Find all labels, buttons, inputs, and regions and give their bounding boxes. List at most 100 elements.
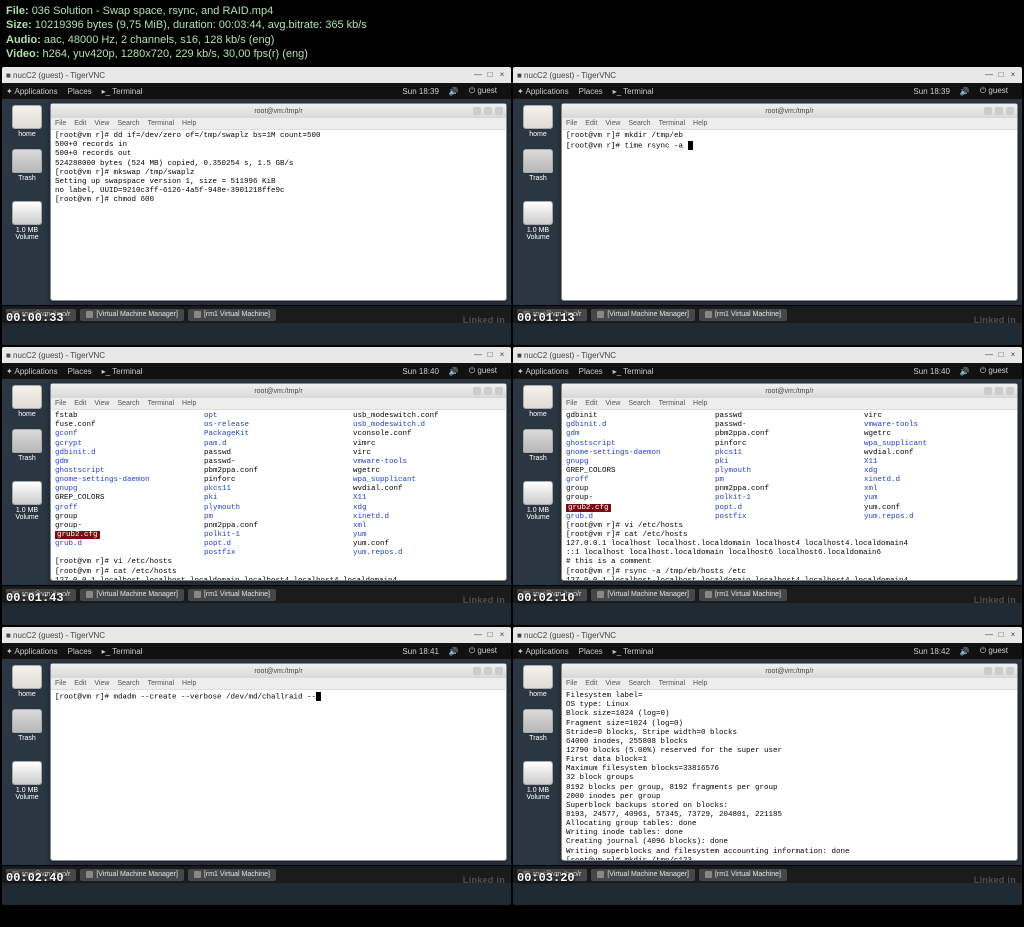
desktop-icon-volume[interactable]: 1.0 MB Volume [4,479,50,521]
desktop-icon-volume[interactable]: 1.0 MB Volume [4,199,50,241]
task-vm[interactable]: [rm1 Virtual Machine] [188,589,276,601]
term-menu-edit[interactable]: Edit [585,680,597,687]
desktop-icon-trash[interactable]: Trash [515,427,561,462]
terminal-titlebar[interactable]: root@vm:/tmp/r [562,104,1017,118]
term-max-icon[interactable] [995,387,1003,395]
terminal-titlebar[interactable]: root@vm:/tmp/r [562,664,1017,678]
desktop-icon-home[interactable]: home [515,663,561,698]
term-menu-edit[interactable]: Edit [74,120,86,127]
term-menu-file[interactable]: File [55,400,66,407]
term-menu-help[interactable]: Help [182,400,196,407]
term-menu-help[interactable]: Help [693,400,707,407]
volume-icon[interactable]: 🔊 [449,87,459,96]
term-menu-view[interactable]: View [94,120,109,127]
term-min-icon[interactable] [984,667,992,675]
volume-icon[interactable]: 🔊 [449,367,459,376]
task-vm[interactable]: [rm1 Virtual Machine] [699,589,787,601]
terminal-body[interactable]: Filesystem label=OS type: LinuxBlock siz… [562,690,1017,860]
close-icon[interactable]: × [1008,70,1018,80]
task-vmm[interactable]: [Virtual Machine Manager] [80,309,184,321]
menu-applications[interactable]: ✦ Applications [6,87,58,96]
term-close-icon[interactable] [495,387,503,395]
desktop[interactable]: home Trash 1.0 MB Volume root@vm:/tmp/r … [513,379,1022,585]
term-menu-terminal[interactable]: Terminal [148,680,174,687]
task-vmm[interactable]: [Virtual Machine Manager] [591,309,695,321]
desktop-icon-trash[interactable]: Trash [4,427,50,462]
term-max-icon[interactable] [995,667,1003,675]
terminal-body[interactable]: gdbinit gdbinit.d gdm ghostscript gnome-… [562,410,1017,580]
term-max-icon[interactable] [484,667,492,675]
task-vmm[interactable]: [Virtual Machine Manager] [80,589,184,601]
desktop-icon-trash[interactable]: Trash [4,147,50,182]
maximize-icon[interactable]: □ [485,630,495,640]
clock[interactable]: Sun 18:42 [913,647,949,656]
term-min-icon[interactable] [984,107,992,115]
menu-terminal[interactable]: ▸_ Terminal [613,647,654,656]
user-indicator[interactable]: ⏻ guest [980,366,1008,376]
minimize-icon[interactable]: — [984,350,994,360]
minimize-icon[interactable]: — [984,70,994,80]
term-menu-edit[interactable]: Edit [74,680,86,687]
term-close-icon[interactable] [1006,107,1014,115]
term-menu-view[interactable]: View [94,680,109,687]
volume-icon[interactable]: 🔊 [960,647,970,656]
minimize-icon[interactable]: — [473,350,483,360]
menu-places[interactable]: Places [68,367,92,376]
menu-terminal[interactable]: ▸_ Terminal [102,87,143,96]
close-icon[interactable]: × [497,350,507,360]
term-close-icon[interactable] [1006,387,1014,395]
task-vm[interactable]: [rm1 Virtual Machine] [699,309,787,321]
term-menu-terminal[interactable]: Terminal [659,680,685,687]
term-menu-help[interactable]: Help [182,680,196,687]
clock[interactable]: Sun 18:41 [402,647,438,656]
term-menu-help[interactable]: Help [182,120,196,127]
term-menu-terminal[interactable]: Terminal [148,120,174,127]
maximize-icon[interactable]: □ [996,350,1006,360]
terminal-body[interactable]: [root@vm r]# mdadm --create --verbose /d… [51,690,506,860]
minimize-icon[interactable]: — [473,630,483,640]
desktop-icon-home[interactable]: home [4,103,50,138]
term-menu-file[interactable]: File [566,400,577,407]
menu-applications[interactable]: ✦ Applications [517,647,569,656]
desktop-icon-trash[interactable]: Trash [515,707,561,742]
desktop-icon-home[interactable]: home [515,383,561,418]
menu-applications[interactable]: ✦ Applications [6,647,58,656]
close-icon[interactable]: × [1008,630,1018,640]
menu-places[interactable]: Places [579,87,603,96]
desktop-icon-volume[interactable]: 1.0 MB Volume [515,199,561,241]
terminal-body[interactable]: [root@vm r]# dd if=/dev/zero of=/tmp/swa… [51,130,506,300]
menu-places[interactable]: Places [579,367,603,376]
minimize-icon[interactable]: — [473,70,483,80]
terminal-body[interactable]: fstab fuse.conf gconf gcrypt gdbinit.d g… [51,410,506,580]
task-vmm[interactable]: [Virtual Machine Manager] [591,589,695,601]
terminal-titlebar[interactable]: root@vm:/tmp/r [51,384,506,398]
desktop-icon-trash[interactable]: Trash [4,707,50,742]
term-menu-search[interactable]: Search [628,400,650,407]
term-menu-file[interactable]: File [55,680,66,687]
term-menu-search[interactable]: Search [117,680,139,687]
task-vmm[interactable]: [Virtual Machine Manager] [591,869,695,881]
menu-terminal[interactable]: ▸_ Terminal [613,87,654,96]
terminal-body[interactable]: [root@vm r]# mkdir /tmp/eb[root@vm r]# t… [562,130,1017,300]
term-close-icon[interactable] [1006,667,1014,675]
term-menu-help[interactable]: Help [693,680,707,687]
term-menu-view[interactable]: View [605,400,620,407]
volume-icon[interactable]: 🔊 [960,87,970,96]
term-menu-file[interactable]: File [566,680,577,687]
terminal-titlebar[interactable]: root@vm:/tmp/r [51,104,506,118]
desktop-icon-home[interactable]: home [4,383,50,418]
term-close-icon[interactable] [495,667,503,675]
minimize-icon[interactable]: — [984,630,994,640]
term-min-icon[interactable] [473,667,481,675]
user-indicator[interactable]: ⏻ guest [469,646,497,656]
term-max-icon[interactable] [995,107,1003,115]
task-vm[interactable]: [rm1 Virtual Machine] [188,869,276,881]
user-indicator[interactable]: ⏻ guest [980,646,1008,656]
menu-terminal[interactable]: ▸_ Terminal [102,367,143,376]
desktop-icon-trash[interactable]: Trash [515,147,561,182]
term-menu-view[interactable]: View [94,400,109,407]
term-menu-search[interactable]: Search [628,680,650,687]
desktop[interactable]: home Trash 1.0 MB Volume root@vm:/tmp/r … [2,99,511,305]
desktop[interactable]: home Trash 1.0 MB Volume root@vm:/tmp/r … [513,99,1022,305]
term-menu-view[interactable]: View [605,680,620,687]
